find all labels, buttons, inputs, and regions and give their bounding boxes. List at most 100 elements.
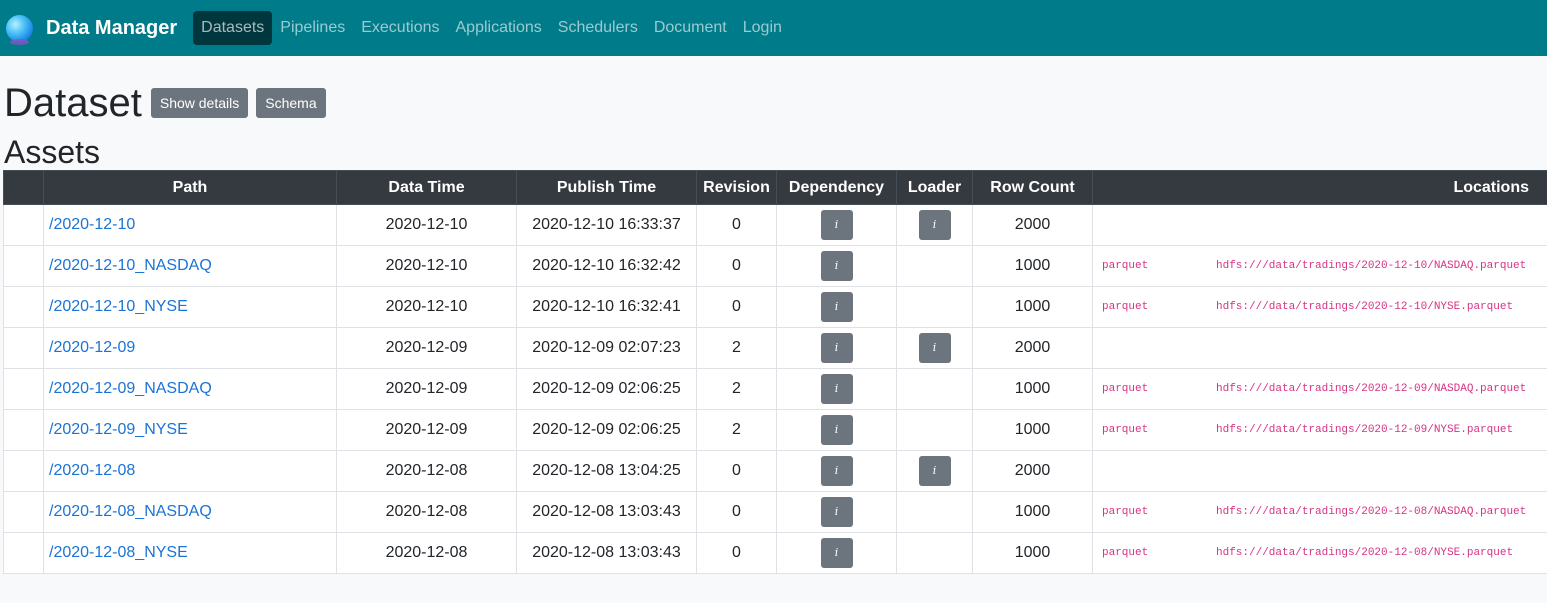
path-link[interactable]: /2020-12-10: [43, 204, 337, 246]
path-link[interactable]: /2020-12-10_NASDAQ: [43, 245, 337, 287]
loader-info-button[interactable]: i: [918, 456, 951, 486]
dependency-info-button[interactable]: i: [820, 251, 853, 281]
table-row: /2020-12-09_NASDAQ 2020-12-09 2020-12-09 0…: [3, 368, 1547, 410]
revision-cell: 2: [696, 409, 777, 451]
brand-title: Data Manager: [46, 16, 178, 39]
location-path: hdfs:///data/tradings/2020-12-08/NASDAQ.…: [1216, 506, 1527, 518]
dependency-cell: i: [776, 450, 897, 492]
col-header-revision: Revision: [696, 170, 777, 205]
location-path: hdfs:///data/tradings/2020-12-10/NYSE.pa…: [1216, 301, 1514, 313]
revision-cell: 0: [696, 204, 777, 246]
row-index-cell: [3, 327, 44, 369]
col-header-row-count: Row Count: [972, 170, 1093, 205]
revision-cell: 0: [696, 532, 777, 574]
nav-document[interactable]: Document: [646, 11, 735, 45]
row-index-cell: [3, 245, 44, 287]
schema-button[interactable]: Schema: [256, 88, 326, 118]
loader-cell: [896, 409, 973, 451]
row-index-cell: [3, 532, 44, 574]
revision-cell: 2: [696, 368, 777, 410]
col-header-loader: Loader: [896, 170, 973, 205]
dependency-info-button[interactable]: i: [820, 333, 853, 363]
path-link[interactable]: /2020-12-09_NYSE: [43, 409, 337, 451]
path-link[interactable]: /2020-12-09: [43, 327, 337, 369]
revision-cell: 0: [696, 286, 777, 328]
dependency-cell: i: [776, 409, 897, 451]
table-row: /2020-12-08_NASDAQ 2020-12-08 2020-12-08 1…: [3, 491, 1547, 533]
col-header-path: Path: [43, 170, 337, 205]
row-count-cell: 2000: [972, 204, 1093, 246]
loader-cell: [896, 368, 973, 410]
nav-executions[interactable]: Executions: [353, 11, 447, 45]
location-type: parquet: [1102, 383, 1149, 395]
publish-time-cell: 2020-12-08 13:03:43: [516, 532, 697, 574]
row-index-cell: [3, 204, 44, 246]
table-row: /2020-12-08_NYSE 2020-12-08 2020-12-08 13:…: [3, 532, 1547, 574]
revision-cell: 2: [696, 327, 777, 369]
locations-cell: parquet hdfs:///data/tradings/2020-12-10/…: [1092, 245, 1547, 287]
publish-time-cell: 2020-12-10 16:33:37: [516, 204, 697, 246]
dependency-info-button[interactable]: i: [820, 538, 853, 568]
brand[interactable]: Data Manager: [6, 14, 178, 45]
show-details-button[interactable]: Show details: [150, 88, 249, 118]
revision-cell: 0: [696, 450, 777, 492]
path-link[interactable]: /2020-12-08_NASDAQ: [43, 491, 337, 533]
row-index-cell: [3, 450, 44, 492]
locations-cell: parquet hdfs:///data/tradings/2020-12-08/…: [1092, 532, 1547, 574]
location-type: parquet: [1102, 506, 1149, 518]
dependency-cell: i: [776, 286, 897, 328]
publish-time-cell: 2020-12-09 02:06:25: [516, 409, 697, 451]
locations-cell: [1092, 450, 1547, 492]
loader-cell: [896, 532, 973, 574]
revision-cell: 0: [696, 491, 777, 533]
publish-time-cell: 2020-12-09 02:06:25: [516, 368, 697, 410]
col-header-publish-time: Publish Time: [516, 170, 697, 205]
path-link[interactable]: /2020-12-08: [43, 450, 337, 492]
loader-info-button[interactable]: i: [918, 210, 951, 240]
dependency-info-button[interactable]: i: [820, 210, 853, 240]
location-type: parquet: [1102, 301, 1149, 313]
nav-schedulers[interactable]: Schedulers: [550, 11, 646, 45]
table-row: /2020-12-09 2020-12-09 2020-12-09 02:07:23…: [3, 327, 1547, 369]
data-time-cell: 2020-12-10: [336, 245, 517, 287]
loader-info-button[interactable]: i: [918, 333, 951, 363]
row-count-cell: 1000: [972, 532, 1093, 574]
row-count-cell: 1000: [972, 409, 1093, 451]
path-link[interactable]: /2020-12-10_NYSE: [43, 286, 337, 328]
dependency-info-button[interactable]: i: [820, 415, 853, 445]
row-index-cell: [3, 368, 44, 410]
data-time-cell: 2020-12-08: [336, 491, 517, 533]
nav-applications[interactable]: Applications: [448, 11, 550, 45]
locations-cell: parquet hdfs:///data/tradings/2020-12-10/…: [1092, 286, 1547, 328]
dependency-info-button[interactable]: i: [820, 374, 853, 404]
table-row: /2020-12-10_NASDAQ 2020-12-10 2020-12-10 1…: [3, 245, 1547, 287]
publish-time-cell: 2020-12-08 13:03:43: [516, 491, 697, 533]
dependency-info-button[interactable]: i: [820, 497, 853, 527]
loader-cell: i: [896, 204, 973, 246]
path-link[interactable]: /2020-12-09_NASDAQ: [43, 368, 337, 410]
dependency-cell: i: [776, 327, 897, 369]
row-index-cell: [3, 491, 44, 533]
location-path: hdfs:///data/tradings/2020-12-10/NASDAQ.…: [1216, 260, 1527, 272]
nav-login[interactable]: Login: [735, 11, 790, 45]
publish-time-cell: 2020-12-10 16:32:42: [516, 245, 697, 287]
data-time-cell: 2020-12-10: [336, 286, 517, 328]
logo-icon: [6, 14, 33, 45]
loader-cell: i: [896, 327, 973, 369]
dependency-info-button[interactable]: i: [820, 292, 853, 322]
nav-datasets[interactable]: Datasets: [193, 11, 273, 45]
locations-cell: parquet hdfs:///data/tradings/2020-12-09/…: [1092, 409, 1547, 451]
publish-time-cell: 2020-12-09 02:07:23: [516, 327, 697, 369]
row-count-cell: 2000: [972, 450, 1093, 492]
nav-pipelines[interactable]: Pipelines: [272, 11, 353, 45]
data-time-cell: 2020-12-09: [336, 409, 517, 451]
row-count-cell: 1000: [972, 491, 1093, 533]
dependency-info-button[interactable]: i: [820, 456, 853, 486]
path-link[interactable]: /2020-12-08_NYSE: [43, 532, 337, 574]
dependency-cell: i: [776, 532, 897, 574]
loader-cell: i: [896, 450, 973, 492]
loader-cell: [896, 245, 973, 287]
assets-table: Path Data Time Publish Time Revision Dep…: [3, 170, 1547, 574]
col-header-dependency: Dependency: [776, 170, 897, 205]
navbar: Data Manager Datasets Pipelines Executio…: [0, 0, 1547, 56]
